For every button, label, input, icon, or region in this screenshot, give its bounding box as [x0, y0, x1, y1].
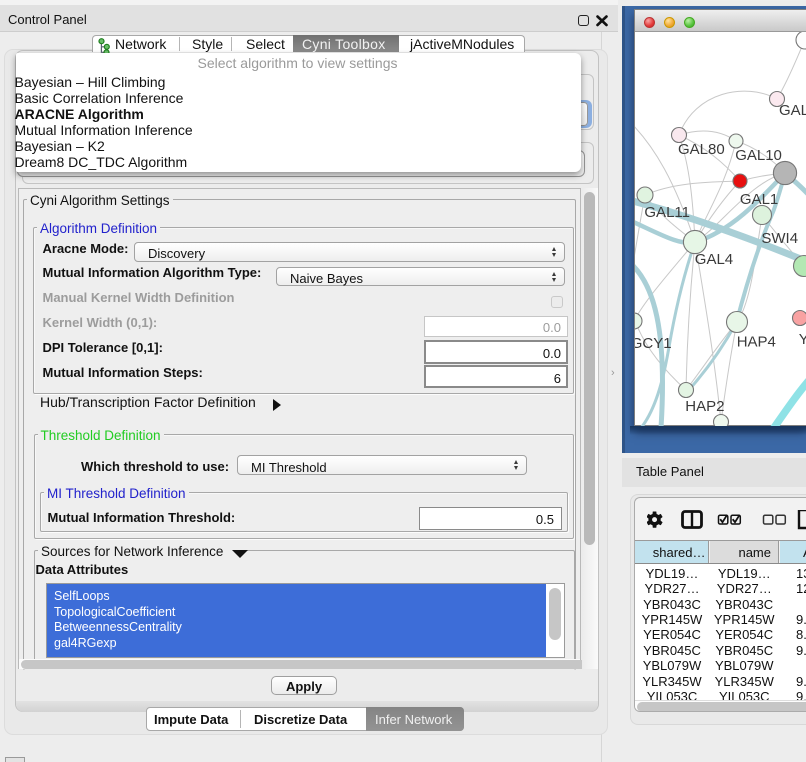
svg-text:GAL: GAL — [779, 102, 806, 119]
svg-text:GAL11: GAL11 — [644, 204, 690, 221]
svg-text:HAP4: HAP4 — [737, 334, 776, 351]
svg-text:Y: Y — [799, 331, 806, 348]
svg-text:SWI4: SWI4 — [761, 230, 798, 247]
svg-text:GAL80: GAL80 — [678, 141, 725, 158]
svg-text:HAP2: HAP2 — [685, 398, 724, 415]
svg-text:GAL1: GAL1 — [740, 191, 778, 208]
svg-text:GCY1: GCY1 — [635, 335, 672, 352]
svg-text:GAL10: GAL10 — [735, 147, 782, 164]
svg-text:GAL4: GAL4 — [695, 251, 733, 268]
